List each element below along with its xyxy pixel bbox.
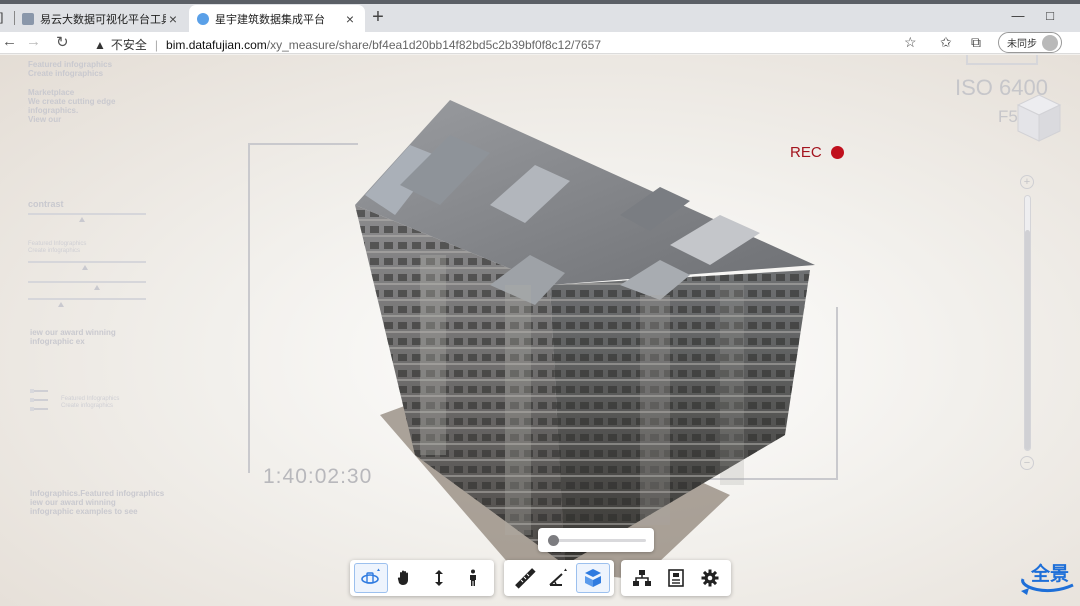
browser-tab-inactive[interactable]: 易云大数据可视化平台工具 × bbox=[14, 5, 188, 32]
hud-slider-tick bbox=[58, 302, 64, 307]
vertical-move-icon bbox=[435, 570, 443, 586]
browser-tab-strip: ] 易云大数据可视化平台工具 × 星宇建筑数据集成平台 × + — □ bbox=[0, 0, 1080, 32]
contrast-label: contrast bbox=[28, 199, 64, 209]
hud-text-block: Featured Infographics Create infographic… bbox=[61, 396, 119, 410]
hud-text-block: Featured Infographics Create infographic… bbox=[28, 241, 86, 255]
rec-dot-icon bbox=[830, 146, 844, 159]
panorama-label: 全景 bbox=[1031, 564, 1070, 585]
angle-measure-icon bbox=[549, 568, 567, 586]
hud-line: iew our award winning bbox=[30, 328, 116, 337]
minimize-button[interactable]: — bbox=[1006, 8, 1030, 23]
warning-icon: ▲ bbox=[94, 37, 106, 52]
hud-line: Featured infographics bbox=[28, 60, 113, 69]
tab-title: 星宇建筑数据集成平台 bbox=[215, 13, 325, 26]
section-box-icon bbox=[585, 569, 601, 587]
hud-line: We create cutting edge bbox=[28, 97, 116, 106]
pan-hand-icon bbox=[397, 570, 408, 585]
section-slider-track bbox=[550, 539, 646, 542]
tab-favicon-icon bbox=[197, 12, 209, 25]
hud-line: Featured Infographics bbox=[28, 241, 87, 247]
toolbar-model-group bbox=[621, 560, 731, 596]
toolbar-measure-group bbox=[504, 560, 614, 596]
url-path: /xy_measure/share/bf4ea1d20bb14f82bd5c2b… bbox=[266, 37, 602, 52]
security-warning-label: 不安全 bbox=[110, 38, 147, 52]
properties-icon bbox=[668, 569, 684, 587]
forward-arrow-icon[interactable]: → bbox=[26, 33, 41, 50]
orbit-rotate-icon bbox=[361, 568, 380, 584]
hud-text-block: iew our award winning infographic ex bbox=[30, 328, 116, 346]
address-bar: ← → ↻ ▲ 不安全 | bim.datafujian.com/xy_meas… bbox=[0, 32, 1080, 54]
walk-button[interactable] bbox=[456, 563, 490, 593]
url-host: bim.datafujian.com bbox=[166, 37, 267, 52]
avatar-icon bbox=[1042, 35, 1058, 51]
hud-slider-line bbox=[28, 261, 146, 263]
hud-list-icon bbox=[30, 389, 48, 411]
zoom-in-button[interactable]: + bbox=[1020, 175, 1034, 189]
hud-text-block: Marketplace We create cutting edge infog… bbox=[28, 88, 115, 124]
hud-line: infographic examples to see bbox=[30, 507, 138, 516]
profile-sync-button[interactable]: 未同步 bbox=[998, 32, 1062, 53]
zoom-out-button[interactable]: − bbox=[1020, 456, 1034, 470]
hud-slider-tick bbox=[94, 285, 100, 290]
refresh-icon[interactable]: ↻ bbox=[56, 33, 69, 51]
panorama-button[interactable]: 全景 bbox=[1017, 557, 1079, 599]
collections-icon[interactable]: ⧉ bbox=[971, 34, 981, 51]
maximize-button[interactable]: □ bbox=[1038, 8, 1062, 23]
url-divider: | bbox=[154, 37, 159, 52]
hud-line: View our bbox=[28, 115, 62, 124]
model-tree-icon bbox=[633, 570, 651, 586]
hud-slider-line bbox=[28, 281, 146, 283]
walk-person-icon bbox=[470, 569, 476, 586]
orbit-button[interactable] bbox=[354, 563, 388, 593]
properties-button[interactable] bbox=[659, 563, 693, 593]
hud-line: Marketplace bbox=[28, 88, 75, 97]
tab-favicon-icon bbox=[22, 12, 34, 25]
vertical-move-button[interactable] bbox=[422, 563, 456, 593]
back-arrow-icon[interactable]: ← bbox=[2, 33, 17, 50]
hud-battery-icon bbox=[966, 55, 1038, 65]
hud-line: Create infographics bbox=[28, 69, 104, 78]
window-top-strip bbox=[0, 0, 1080, 4]
hud-line: Infographics.Featured infographics bbox=[30, 489, 165, 498]
model-tree-button[interactable] bbox=[625, 563, 659, 593]
favorites-icon[interactable]: ✩ bbox=[940, 34, 952, 51]
ruler-button[interactable] bbox=[508, 563, 542, 593]
angle-measure-button[interactable] bbox=[542, 563, 576, 593]
url-field[interactable]: ▲ 不安全 | bim.datafujian.com/xy_measure/sh… bbox=[94, 36, 601, 53]
section-slider-thumb[interactable] bbox=[547, 535, 559, 546]
pan-button[interactable] bbox=[388, 563, 422, 593]
new-tab-button[interactable]: + bbox=[369, 6, 387, 29]
browser-tab-active[interactable]: 星宇建筑数据集成平台 × bbox=[189, 5, 365, 32]
tab-close-icon[interactable]: × bbox=[166, 11, 180, 27]
section-box-button[interactable] bbox=[576, 563, 610, 593]
ruler-measure-icon bbox=[515, 568, 536, 589]
model-viewer[interactable]: Featured infographics Create infographic… bbox=[0, 55, 1080, 606]
hud-line: Create infographics bbox=[61, 403, 114, 409]
hud-text-block: Infographics.Featured infographics iew o… bbox=[30, 489, 164, 516]
add-favorite-icon[interactable]: ☆ bbox=[904, 34, 917, 51]
toolbar-navigation-group bbox=[350, 560, 494, 596]
settings-button[interactable] bbox=[693, 563, 727, 593]
hud-line: Featured Infographics bbox=[61, 396, 120, 402]
settings-gear-icon bbox=[701, 569, 719, 587]
hud-line: iew our award winning bbox=[30, 498, 116, 507]
tab-close-icon[interactable]: × bbox=[343, 11, 357, 27]
tab-title: 易云大数据可视化平台工具 bbox=[40, 13, 166, 26]
hud-line: Create infographics bbox=[28, 248, 81, 254]
zoom-slider-fill bbox=[1025, 230, 1030, 450]
window-edge-glyph: ] bbox=[0, 10, 4, 24]
hud-text-block: Featured infographics Create infographic… bbox=[28, 60, 112, 78]
sync-label: 未同步 bbox=[1007, 39, 1037, 50]
hud-slider-tick bbox=[79, 217, 85, 222]
section-slider[interactable] bbox=[538, 528, 654, 552]
hud-line: infographics. bbox=[28, 106, 79, 115]
hud-slider-line bbox=[28, 298, 146, 300]
hud-slider-tick bbox=[82, 265, 88, 270]
view-cube-icon[interactable] bbox=[1014, 91, 1064, 146]
hud-line: infographic ex bbox=[30, 337, 85, 346]
hud-slider-line bbox=[28, 213, 146, 215]
